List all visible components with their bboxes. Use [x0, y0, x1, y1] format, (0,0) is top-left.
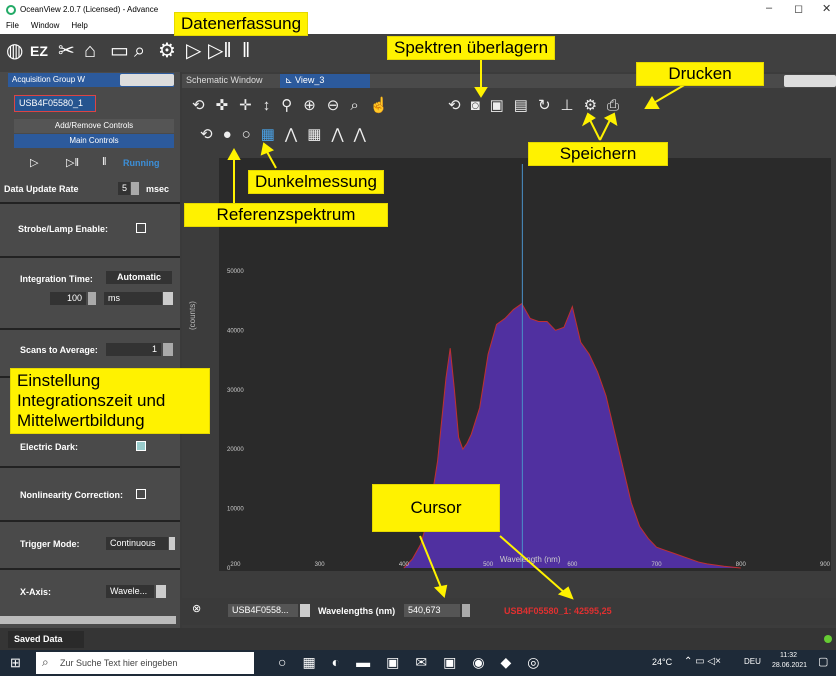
callout-einstellung-line3: Mittelwertbildung: [17, 411, 145, 430]
callout-spektren: Spektren überlagern: [387, 36, 556, 60]
callout-referenz: Referenzspektrum: [184, 203, 388, 227]
callout-dunkelmessung: Dunkelmessung: [248, 170, 384, 194]
callout-einstellung-line2: Integrationszeit und: [17, 391, 166, 410]
callout-einstellung: Einstellung Integrationszeit und Mittelw…: [10, 368, 210, 434]
callout-einstellung-line1: Einstellung: [17, 371, 101, 390]
callout-datenerfassung: Datenerfassung: [174, 12, 309, 36]
annotation-arrows: [227, 58, 687, 600]
callout-drucken: Drucken: [636, 62, 764, 86]
callout-speichern: Speichern: [528, 142, 668, 166]
callout-cursor: Cursor: [372, 484, 500, 532]
